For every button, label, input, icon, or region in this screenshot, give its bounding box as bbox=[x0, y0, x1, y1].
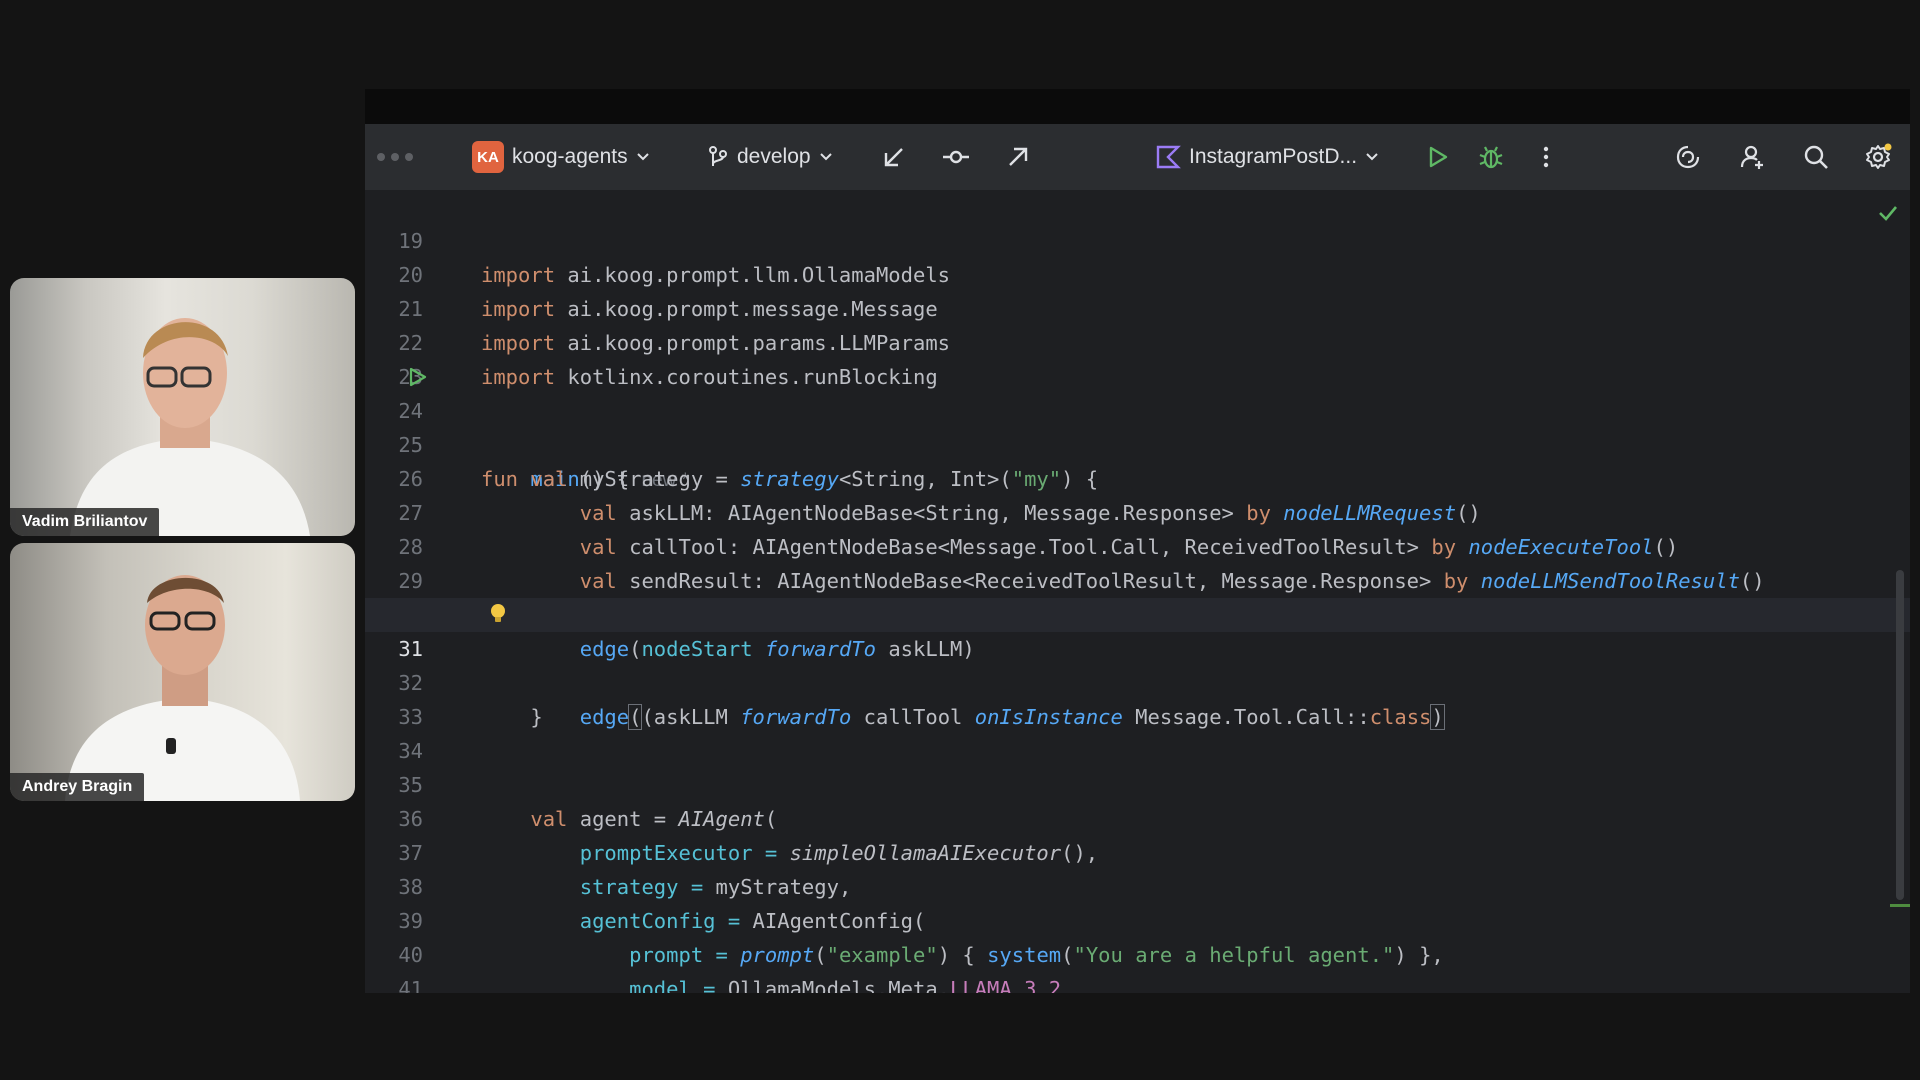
chevron-down-icon bbox=[819, 153, 832, 161]
gear-icon bbox=[1866, 143, 1892, 169]
settings-button[interactable] bbox=[1862, 141, 1894, 173]
participant-figure bbox=[65, 575, 300, 801]
play-icon bbox=[1429, 146, 1448, 168]
code-editor[interactable]: 19 import ai.koog.prompt.llm.OllamaModel… bbox=[365, 190, 1910, 993]
code-line: 30 edge(nodeStart forwardTo askLLM) bbox=[365, 564, 1910, 661]
code-line: 22 import kotlinx.coroutines.runBlocking bbox=[365, 292, 1910, 389]
code-line: 24 fun main() { new * bbox=[365, 360, 1910, 491]
code-line: 34 bbox=[365, 700, 1910, 763]
code-line: 32 } bbox=[365, 632, 1910, 729]
participant-video-1: Vadim Briliantov bbox=[10, 278, 355, 536]
run-button[interactable] bbox=[1421, 141, 1453, 173]
code-line: 27 val callTool: AIAgentNodeBase<Message… bbox=[365, 462, 1910, 559]
code-line: 25 val myStrategy = strategy<String, Int… bbox=[365, 394, 1910, 491]
code-line: 37 strategy = myStrategy, bbox=[365, 802, 1910, 899]
participant-video-2: Andrey Bragin bbox=[10, 543, 355, 801]
commit-button[interactable] bbox=[940, 141, 972, 173]
code-line: 33 bbox=[365, 666, 1910, 729]
participant-name: Andrey Bragin bbox=[10, 773, 145, 801]
project-name: koog-agents bbox=[512, 145, 628, 168]
code-line: 36 promptExecutor = simpleOllamaAIExecut… bbox=[365, 768, 1910, 865]
project-badge: KA bbox=[472, 141, 504, 173]
more-vertical-icon bbox=[1543, 146, 1549, 168]
participant-figure bbox=[70, 318, 310, 536]
search-everywhere-button[interactable] bbox=[1800, 141, 1832, 173]
participant-name: Vadim Briliantov bbox=[10, 508, 160, 536]
code-line: 19 import ai.koog.prompt.llm.OllamaModel… bbox=[365, 190, 1910, 287]
commit-icon bbox=[943, 150, 969, 164]
code-line: 28 val sendResult: AIAgentNodeBase<Recei… bbox=[365, 496, 1910, 593]
branch-selector[interactable]: develop bbox=[707, 124, 833, 190]
change-marker bbox=[1890, 904, 1910, 907]
run-gutter-icon[interactable] bbox=[405, 365, 429, 389]
push-button[interactable] bbox=[1002, 141, 1034, 173]
search-icon bbox=[1804, 145, 1828, 169]
window-top-strip bbox=[365, 89, 1910, 124]
lightbulb-icon[interactable] bbox=[489, 602, 507, 626]
git-branch-icon bbox=[709, 146, 727, 166]
branch-name: develop bbox=[737, 145, 811, 168]
code-line: 42 ), bbox=[365, 972, 1910, 993]
code-line: 39 prompt = prompt("example") { system("… bbox=[365, 870, 1910, 967]
run-configuration-name: InstagramPostD... bbox=[1189, 145, 1358, 168]
vertical-scrollbar[interactable] bbox=[1896, 570, 1904, 900]
arrow-up-right-icon bbox=[1009, 147, 1028, 166]
chevron-down-icon bbox=[1366, 153, 1378, 161]
main-toolbar: KA koog-agents develop InstagramPostD... bbox=[365, 124, 1910, 190]
code-line: 20 import ai.koog.prompt.message.Message bbox=[365, 224, 1910, 321]
ai-assistant-button[interactable] bbox=[1672, 141, 1704, 173]
code-line: 40 model = OllamaModels.Meta.LLAMA_3_2, bbox=[365, 904, 1910, 993]
bug-icon bbox=[1479, 146, 1503, 169]
project-selector[interactable]: KA koog-agents bbox=[472, 124, 650, 190]
code-line-current: 31 edge((askLLM forwardTo callTool onIsI… bbox=[365, 598, 1910, 730]
debug-button[interactable] bbox=[1475, 141, 1507, 173]
code-line: 21 import ai.koog.prompt.params.LLMParam… bbox=[365, 258, 1910, 355]
ai-assistant-icon bbox=[1676, 145, 1700, 169]
window-controls[interactable] bbox=[377, 153, 413, 161]
code-line: 38 agentConfig = AIAgentConfig( bbox=[365, 836, 1910, 933]
code-line: 41 maxAgentIterations = 50 bbox=[365, 938, 1910, 993]
code-line: 35 val agent = AIAgent( bbox=[365, 734, 1910, 831]
more-actions-button[interactable] bbox=[1530, 141, 1562, 173]
ide-window: KA koog-agents develop InstagramPostD... bbox=[365, 89, 1910, 993]
add-user-icon bbox=[1740, 145, 1763, 169]
run-configuration-selector[interactable]: InstagramPostD... bbox=[1155, 124, 1379, 190]
code-line: 26 val askLLM: AIAgentNodeBase<String, M… bbox=[365, 428, 1910, 525]
kotlin-icon bbox=[1156, 145, 1181, 169]
arrow-down-left-icon bbox=[884, 148, 903, 167]
code-line: 29 bbox=[365, 530, 1910, 593]
update-project-button[interactable] bbox=[878, 141, 910, 173]
code-line: 23 bbox=[365, 326, 1910, 389]
code-with-me-button[interactable] bbox=[1737, 141, 1769, 173]
chevron-down-icon bbox=[636, 153, 649, 161]
